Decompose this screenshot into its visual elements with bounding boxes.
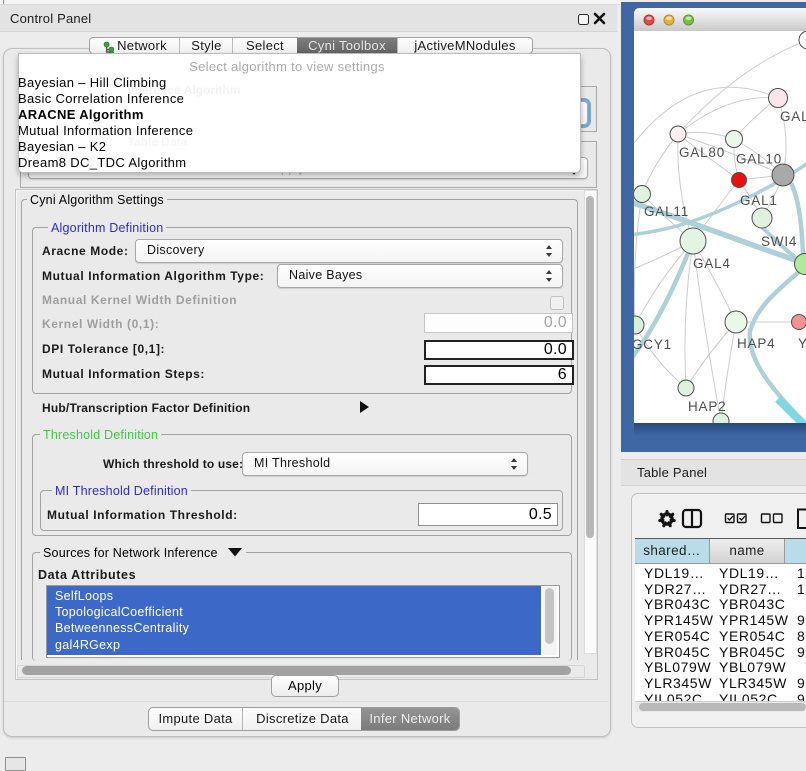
svg-text:GAL1: GAL1 — [740, 193, 778, 208]
svg-text:GAL4: GAL4 — [693, 256, 731, 271]
svg-text:GAL11: GAL11 — [644, 204, 689, 219]
svg-text:GAL7: GAL7 — [780, 109, 806, 124]
svg-text:GAL80: GAL80 — [679, 145, 725, 160]
svg-text:HAP2: HAP2 — [688, 399, 726, 414]
svg-text:HAP4: HAP4 — [737, 336, 775, 351]
svg-text:YKL: YKL — [798, 336, 806, 351]
svg-text:GCY1: GCY1 — [634, 337, 672, 352]
svg-text:GAL10: GAL10 — [736, 152, 782, 167]
svg-text:SWI4: SWI4 — [761, 234, 797, 249]
